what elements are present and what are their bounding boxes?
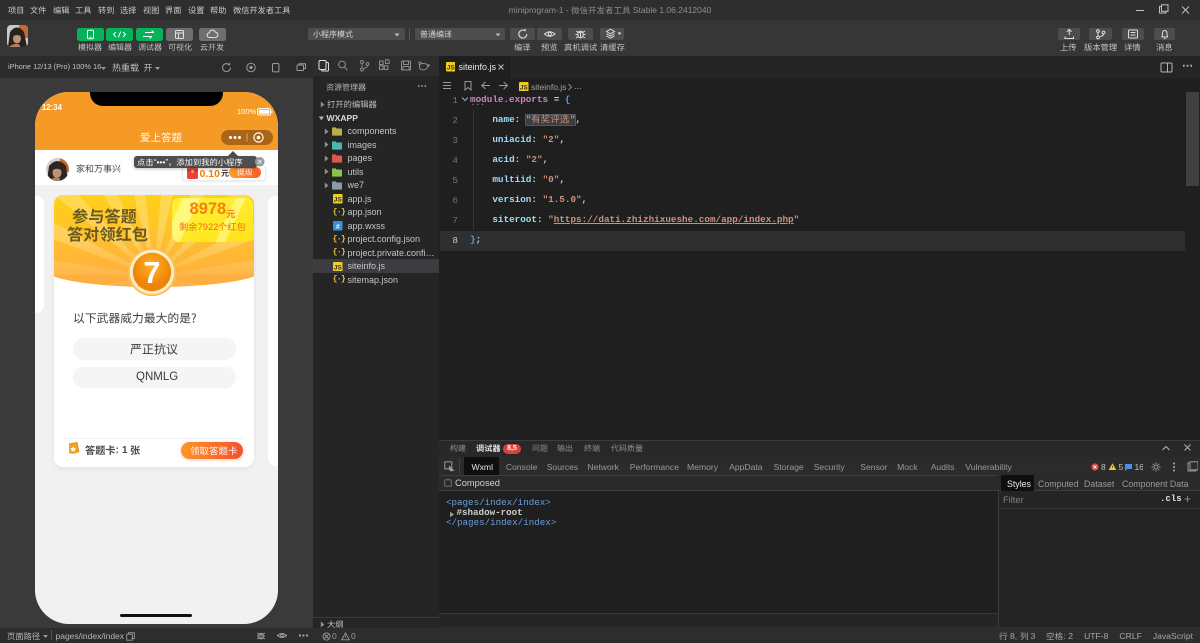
- svg-text:16: 16: [1135, 462, 1144, 472]
- svg-text:JS: JS: [520, 84, 529, 91]
- svg-text:7: 7: [143, 257, 160, 290]
- svg-text:JS: JS: [334, 264, 343, 271]
- svg-text:JS: JS: [334, 197, 343, 204]
- svg-text:JS: JS: [446, 65, 455, 72]
- svg-text:8: 8: [1101, 462, 1106, 472]
- svg-text:#: #: [336, 223, 340, 230]
- svg-text:5: 5: [1119, 462, 1124, 472]
